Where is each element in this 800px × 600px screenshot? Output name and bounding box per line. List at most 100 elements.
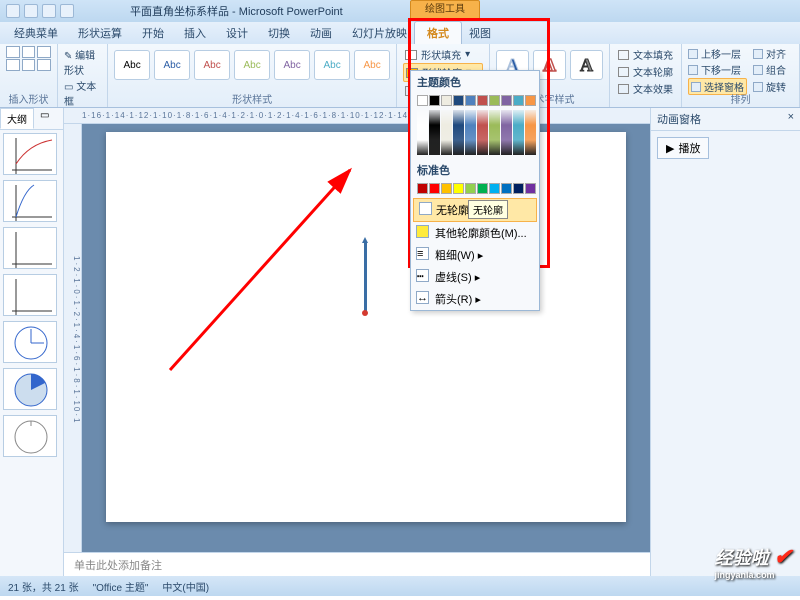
color-shade-column[interactable] bbox=[429, 110, 440, 155]
group-arrange: 上移一层 对齐 下移一层 组合 选择窗格 旋转 排列 bbox=[682, 44, 800, 107]
slide-thumb[interactable] bbox=[3, 274, 57, 316]
slide-thumb[interactable] bbox=[3, 415, 57, 457]
color-shade-column[interactable] bbox=[453, 110, 464, 155]
workspace: 大纲 ▭ 1·16·1·14·1·12·1·10·1·8·1·6·1·4·1·2… bbox=[0, 108, 800, 576]
tab-shape-ops[interactable]: 形状运算 bbox=[68, 22, 132, 44]
slide-count: 21 张，共 21 张 bbox=[8, 579, 79, 594]
slide-canvas-wrap[interactable] bbox=[82, 124, 650, 552]
color-swatch[interactable] bbox=[417, 183, 428, 194]
color-swatch[interactable] bbox=[453, 95, 464, 106]
color-swatch[interactable] bbox=[429, 95, 440, 106]
color-shade-column[interactable] bbox=[417, 110, 428, 155]
edit-shape-button[interactable]: ✎ 编辑形状 bbox=[64, 47, 101, 77]
style-preset[interactable]: Abc bbox=[114, 50, 150, 80]
redo-button[interactable] bbox=[60, 4, 74, 18]
notes-pane[interactable]: 单击此处添加备注 bbox=[64, 552, 650, 576]
slide-thumbnails[interactable] bbox=[0, 130, 63, 576]
slide-thumb[interactable] bbox=[3, 180, 57, 222]
color-swatch[interactable] bbox=[525, 183, 536, 194]
weight-item[interactable]: ≡粗细(W) ▸ bbox=[411, 244, 539, 266]
undo-button[interactable] bbox=[42, 4, 56, 18]
tab-slideshow[interactable]: 幻灯片放映 bbox=[342, 22, 417, 44]
color-swatch[interactable] bbox=[501, 183, 512, 194]
slide-thumb[interactable] bbox=[3, 321, 57, 363]
save-button[interactable] bbox=[24, 4, 38, 18]
style-preset[interactable]: Abc bbox=[234, 50, 270, 80]
color-swatch[interactable] bbox=[429, 183, 440, 194]
tab-outline[interactable]: 大纲 bbox=[0, 108, 34, 129]
shape-fill-button[interactable]: 形状填充 ▾ bbox=[403, 46, 483, 63]
text-outline-button[interactable]: 文本轮廓 bbox=[616, 63, 675, 80]
color-swatch[interactable] bbox=[465, 95, 476, 106]
align-button[interactable]: 对齐 bbox=[753, 46, 793, 61]
color-swatch[interactable] bbox=[453, 183, 464, 194]
theme-colors-label: 主题颜色 bbox=[411, 71, 539, 93]
group-label: 形状样式 bbox=[108, 91, 396, 106]
color-shade-column[interactable] bbox=[501, 110, 512, 155]
color-shade-column[interactable] bbox=[525, 110, 536, 155]
slide-thumb[interactable] bbox=[3, 368, 57, 410]
group-button[interactable]: 组合 bbox=[753, 62, 793, 77]
tab-view[interactable]: 视图 bbox=[459, 22, 501, 44]
color-swatch[interactable] bbox=[513, 95, 524, 106]
palette-icon bbox=[416, 225, 429, 238]
color-swatch[interactable] bbox=[441, 95, 452, 106]
send-backward-button[interactable]: 下移一层 bbox=[688, 62, 747, 77]
shape-handle[interactable] bbox=[362, 310, 368, 316]
shape-icon[interactable] bbox=[37, 46, 51, 58]
shape-style-gallery[interactable]: Abc Abc Abc Abc Abc Abc Abc bbox=[114, 46, 390, 80]
tab-design[interactable]: 设计 bbox=[216, 22, 258, 44]
slide-canvas[interactable] bbox=[106, 132, 626, 522]
color-shade-column[interactable] bbox=[489, 110, 500, 155]
slide-thumb[interactable] bbox=[3, 133, 57, 175]
tab-transitions[interactable]: 切换 bbox=[258, 22, 300, 44]
style-preset[interactable]: Abc bbox=[314, 50, 350, 80]
bring-forward-button[interactable]: 上移一层 bbox=[688, 46, 747, 61]
tab-home[interactable]: 开始 bbox=[132, 22, 174, 44]
more-colors-item[interactable]: 其他轮廓颜色(M)... bbox=[411, 222, 539, 244]
color-shade-column[interactable] bbox=[513, 110, 524, 155]
text-effects-button[interactable]: 文本效果 bbox=[616, 80, 675, 97]
standard-colors-label: 标准色 bbox=[411, 159, 539, 181]
dashes-item[interactable]: ┅虚线(S) ▸ bbox=[411, 266, 539, 288]
play-button[interactable]: ▶ 播放 bbox=[657, 137, 709, 159]
tab-format[interactable]: 格式 bbox=[414, 21, 462, 44]
slide-thumb[interactable] bbox=[3, 227, 57, 269]
tab-slides-thumb[interactable]: ▭ bbox=[34, 108, 55, 129]
color-swatch[interactable] bbox=[465, 183, 476, 194]
text-fill-button[interactable]: 文本填充 bbox=[616, 46, 675, 63]
color-swatch[interactable] bbox=[417, 95, 428, 106]
color-swatch[interactable] bbox=[489, 95, 500, 106]
color-shade-column[interactable] bbox=[441, 110, 452, 155]
color-swatch[interactable] bbox=[441, 183, 452, 194]
color-swatch[interactable] bbox=[513, 183, 524, 194]
color-shade-column[interactable] bbox=[477, 110, 488, 155]
color-shade-column[interactable] bbox=[465, 110, 476, 155]
shape-icon[interactable] bbox=[6, 46, 20, 58]
style-preset[interactable]: Abc bbox=[354, 50, 390, 80]
tab-classic[interactable]: 经典菜单 bbox=[4, 22, 68, 44]
shape-icon[interactable] bbox=[37, 59, 51, 71]
shape-icon[interactable] bbox=[22, 59, 36, 71]
tab-animations[interactable]: 动画 bbox=[300, 22, 342, 44]
style-preset[interactable]: Abc bbox=[194, 50, 230, 80]
style-preset[interactable]: Abc bbox=[154, 50, 190, 80]
color-swatch[interactable] bbox=[525, 95, 536, 106]
color-swatch[interactable] bbox=[477, 183, 488, 194]
text-box-button[interactable]: ▭ 文本框 bbox=[64, 78, 101, 108]
color-swatch[interactable] bbox=[489, 183, 500, 194]
wordart-preset[interactable]: A bbox=[570, 50, 603, 80]
slides-outline-pane: 大纲 ▭ bbox=[0, 108, 64, 576]
arrow-shape[interactable] bbox=[364, 242, 367, 312]
shape-icon[interactable] bbox=[22, 46, 36, 58]
style-preset[interactable]: Abc bbox=[274, 50, 310, 80]
tab-insert[interactable]: 插入 bbox=[174, 22, 216, 44]
language-indicator[interactable]: 中文(中国) bbox=[162, 579, 209, 594]
close-icon[interactable]: × bbox=[788, 111, 794, 127]
animation-pane-title: 动画窗格 bbox=[657, 111, 701, 127]
office-button[interactable] bbox=[6, 4, 20, 18]
shape-icon[interactable] bbox=[6, 59, 20, 71]
color-swatch[interactable] bbox=[477, 95, 488, 106]
color-swatch[interactable] bbox=[501, 95, 512, 106]
arrows-item[interactable]: ↔箭头(R) ▸ bbox=[411, 288, 539, 310]
